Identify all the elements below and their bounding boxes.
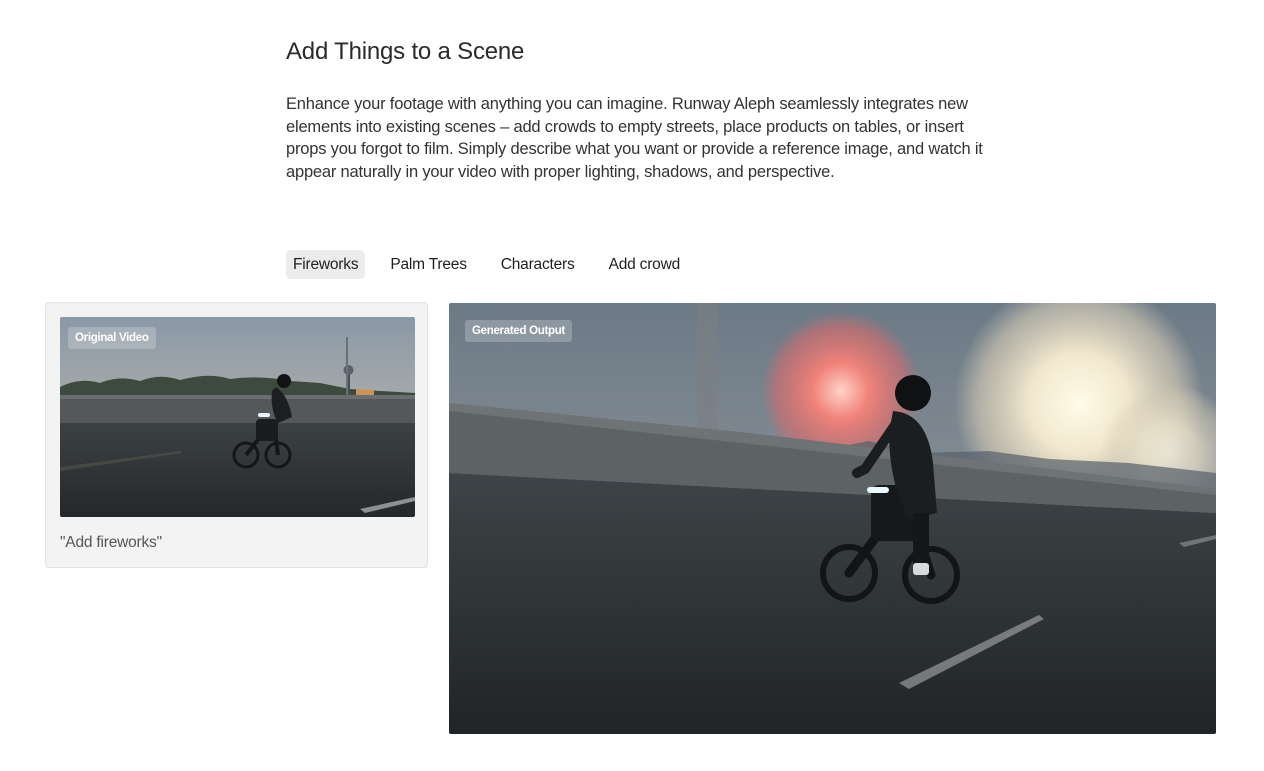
generated-output-badge: Generated Output [465,320,572,342]
original-video-player[interactable]: Original Video [60,317,415,517]
generated-output-player[interactable]: Generated Output [449,303,1216,734]
original-video-card: Original Video "Add fireworks" [45,302,428,568]
example-tabs: Fireworks Palm Trees Characters Add crow… [286,250,687,279]
prompt-text: "Add fireworks" [60,534,162,551]
tab-palm-trees[interactable]: Palm Trees [383,250,473,279]
page: Add Things to a Scene Enhance your foota… [0,0,1264,771]
tab-characters[interactable]: Characters [494,250,582,279]
section-description: Enhance your footage with anything you c… [286,95,983,181]
section-title: Add Things to a Scene [286,38,525,65]
tab-add-crowd[interactable]: Add crowd [602,250,687,279]
original-video-badge: Original Video [68,327,156,349]
generated-output-frame [449,303,1216,734]
tab-fireworks[interactable]: Fireworks [286,250,366,279]
